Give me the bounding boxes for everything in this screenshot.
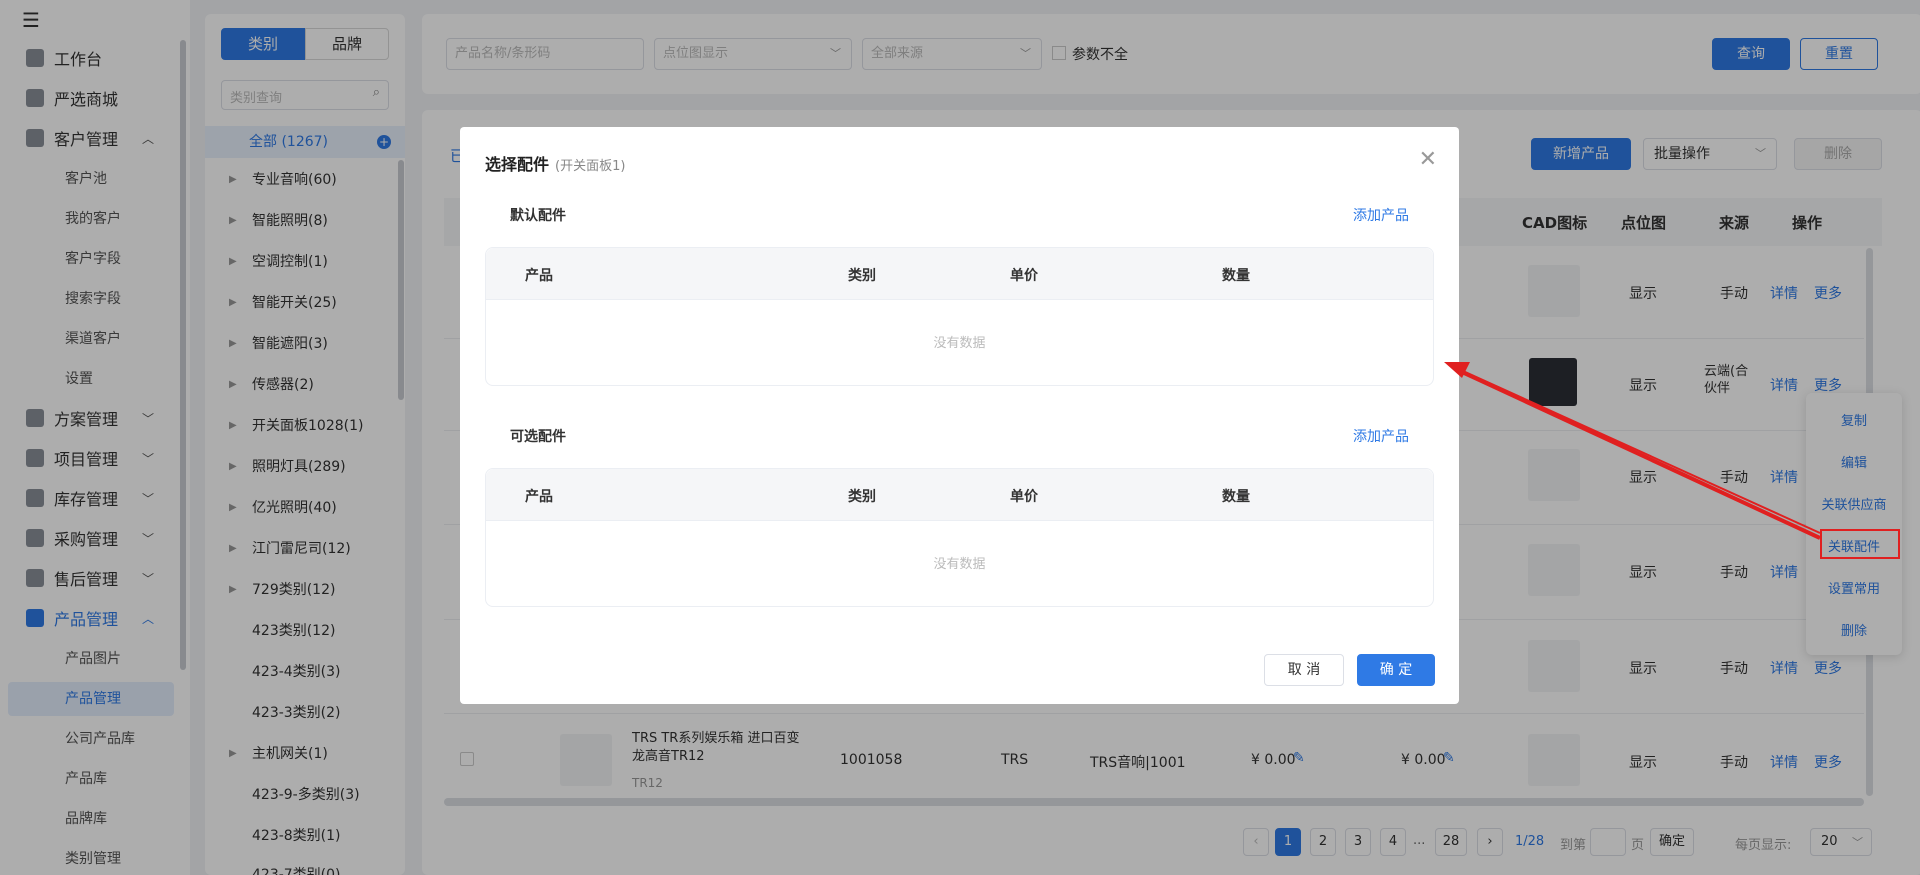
select-accessories-dialog: 选择配件 (开关面板1) ✕ 默认配件 添加产品 产品 类别 单价 数量 没有数据… [460, 127, 1459, 704]
confirm-button[interactable]: 确 定 [1357, 654, 1435, 686]
dialog-title: 选择配件 (开关面板1) [485, 155, 626, 174]
column-product: 产品 [525, 489, 553, 505]
dialog-subtitle: (开关面板1) [555, 159, 626, 174]
close-icon[interactable]: ✕ [1419, 147, 1437, 172]
annotation-highlight-box [1820, 529, 1900, 559]
column-product: 产品 [525, 268, 553, 284]
optional-accessories-table: 产品 类别 单价 数量 没有数据 [485, 468, 1434, 607]
empty-state: 没有数据 [933, 557, 986, 572]
column-quantity: 数量 [1222, 489, 1250, 505]
table-header [486, 469, 1433, 521]
table-header [486, 248, 1433, 300]
column-category: 类别 [848, 268, 876, 284]
column-price: 单价 [1010, 268, 1038, 284]
column-price: 单价 [1010, 489, 1038, 505]
column-category: 类别 [848, 489, 876, 505]
optional-accessories-title: 可选配件 [510, 429, 566, 445]
default-accessories-table: 产品 类别 单价 数量 没有数据 [485, 247, 1434, 386]
add-optional-product-link[interactable]: 添加产品 [1353, 426, 1409, 446]
default-accessories-title: 默认配件 [510, 208, 566, 224]
cancel-button[interactable]: 取 消 [1264, 654, 1344, 686]
empty-state: 没有数据 [933, 336, 986, 351]
column-quantity: 数量 [1222, 268, 1250, 284]
add-default-product-link[interactable]: 添加产品 [1353, 205, 1409, 225]
